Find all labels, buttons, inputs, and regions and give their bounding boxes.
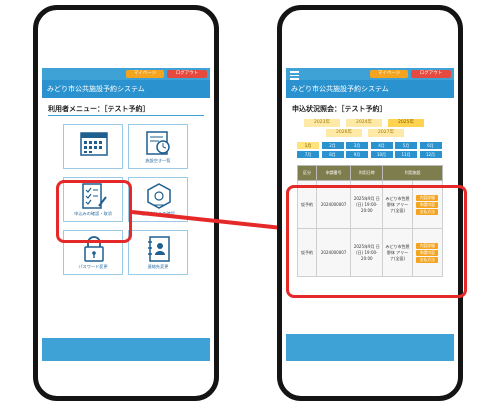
lottery-icon xyxy=(147,183,171,209)
title-underline xyxy=(48,115,204,116)
menu-title: 利用者メニュー：［テスト予約］ xyxy=(48,105,150,113)
header-facility[interactable]: 利用施設 xyxy=(382,165,443,181)
system-title-right: みどり市公共施設予約システム xyxy=(286,80,454,98)
menu-icon[interactable] xyxy=(290,69,299,80)
header-kind[interactable]: 区分 xyxy=(297,165,317,181)
menu-card-calendar[interactable] xyxy=(63,124,123,169)
menu-card-facility-list[interactable]: 施設空き一覧 xyxy=(128,124,188,169)
system-title: みどり市公共施設予約システム xyxy=(42,80,210,98)
header-number[interactable]: 申請番号 xyxy=(315,165,352,181)
year-2024[interactable]: 2024年 xyxy=(346,119,382,127)
page: { "header": { "mypage_label": "マイページ", "… xyxy=(0,0,479,416)
month-chip[interactable]: 3月 xyxy=(346,142,368,149)
header-datetime[interactable]: 利用日時 xyxy=(350,165,384,181)
month-chip[interactable]: 1月 xyxy=(297,142,319,149)
month-chip[interactable]: 10月 xyxy=(370,151,393,158)
month-chip[interactable]: 8月 xyxy=(321,151,344,158)
logout-button-right[interactable]: ログアウト xyxy=(411,70,451,78)
menu-label-lottery-confirm: 抽選申込みの確認 xyxy=(141,211,175,216)
month-chip[interactable]: 4月 xyxy=(370,142,393,149)
left-top-bar: マイページ ログアウト xyxy=(42,68,210,80)
month-chip[interactable]: 2月 xyxy=(321,142,344,149)
month-chip[interactable]: 7月 xyxy=(297,151,319,158)
mypage-button[interactable]: マイページ xyxy=(126,70,164,78)
contact-book-icon xyxy=(148,236,170,262)
menu-label-contact-change: 連絡先変更 xyxy=(147,264,169,269)
right-bottom-area xyxy=(286,334,454,361)
right-top-bar: マイページ ログアウト xyxy=(286,68,454,80)
month-chip[interactable]: 12月 xyxy=(419,151,442,158)
month-chip[interactable]: 9月 xyxy=(346,151,368,158)
year-2025[interactable]: 2025年 xyxy=(388,119,424,127)
menu-label-password-change: パスワード変更 xyxy=(78,264,108,269)
calendar-icon xyxy=(80,132,108,156)
mypage-button-right[interactable]: マイページ xyxy=(370,70,408,78)
menu-card-contact-change[interactable]: 連絡先変更 xyxy=(128,230,188,275)
highlight-reservation-table xyxy=(286,185,467,298)
status-title: 申込状況照会：［テスト予約］ xyxy=(292,105,387,113)
month-chip[interactable]: 6月 xyxy=(419,142,442,149)
month-chip[interactable]: 11月 xyxy=(395,151,417,158)
left-bottom-area xyxy=(42,338,210,361)
menu-card-lottery-confirm[interactable]: 抽選申込みの確認 xyxy=(128,177,188,222)
month-chip[interactable]: 5月 xyxy=(395,142,417,149)
year-2023[interactable]: 2023年 xyxy=(304,119,340,127)
facility-search-icon xyxy=(146,131,170,155)
logout-button[interactable]: ログアウト xyxy=(167,70,207,78)
table-header-row: 区分 申請番号 利用日時 利用施設 xyxy=(297,165,443,181)
year-2026[interactable]: 2026年 xyxy=(326,129,362,137)
menu-label-facility-list: 施設空き一覧 xyxy=(145,158,171,163)
highlight-application-confirm xyxy=(56,180,132,243)
year-2027[interactable]: 2027年 xyxy=(368,129,404,137)
